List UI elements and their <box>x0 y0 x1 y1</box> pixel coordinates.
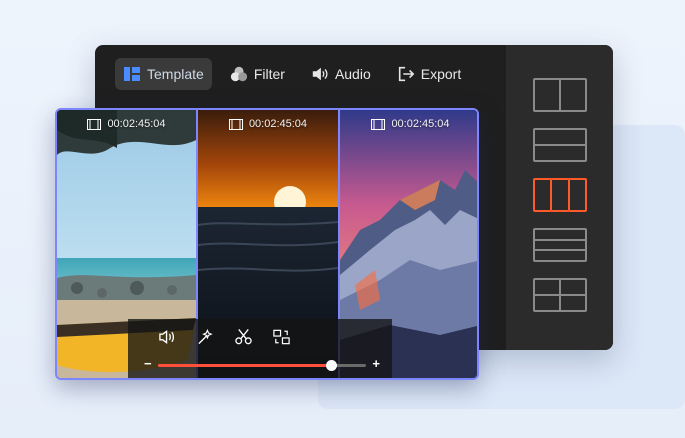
zoom-out-button[interactable]: − <box>144 356 152 371</box>
template-icon <box>124 67 140 81</box>
timecode-text: 00:02:45:04 <box>391 118 450 130</box>
slider-track[interactable] <box>158 360 366 371</box>
export-label: Export <box>420 66 462 82</box>
slider-fill <box>158 364 331 367</box>
timecode-3: 00:02:45:04 <box>340 118 477 130</box>
playback-controls: − + <box>128 319 392 378</box>
control-icons <box>158 328 291 346</box>
audio-button[interactable]: Audio <box>303 58 379 90</box>
volume-icon[interactable] <box>158 328 177 346</box>
film-icon <box>371 118 386 130</box>
timecode-2: 00:02:45:04 <box>198 118 338 130</box>
split-screen-preview[interactable]: 00:02:45:04 00:02:45:04 00:02:45:04 − + <box>55 108 479 380</box>
film-icon <box>228 118 243 130</box>
filter-label: Filter <box>253 66 285 82</box>
layout-options <box>533 78 587 312</box>
toolbar: Template Filter Audio Export <box>115 58 469 90</box>
timecode-1: 00:02:45:04 <box>57 118 196 130</box>
progress-slider[interactable]: − + <box>144 356 380 371</box>
audio-icon <box>312 67 328 81</box>
zoom-in-button[interactable]: + <box>372 356 380 371</box>
scissors-icon[interactable] <box>234 328 253 346</box>
timecode-text: 00:02:45:04 <box>107 118 166 130</box>
film-icon <box>87 118 102 130</box>
layout-split-4-grid[interactable] <box>533 278 587 312</box>
layout-split-3-vertical[interactable] <box>533 178 587 212</box>
layout-split-2-horizontal[interactable] <box>533 128 587 162</box>
filter-icon <box>230 66 247 82</box>
layout-split-2-vertical[interactable] <box>533 78 587 112</box>
export-icon <box>398 66 415 82</box>
slider-thumb[interactable] <box>325 360 337 371</box>
export-button[interactable]: Export <box>389 58 469 90</box>
timecode-text: 00:02:45:04 <box>248 118 308 130</box>
replace-icon[interactable] <box>272 328 291 346</box>
layout-split-3-horizontal[interactable] <box>533 228 587 262</box>
magic-icon[interactable] <box>196 328 215 346</box>
filter-button[interactable]: Filter <box>222 58 293 90</box>
template-button[interactable]: Template <box>115 58 212 90</box>
layout-sidebar <box>506 45 613 350</box>
template-label: Template <box>147 66 204 82</box>
audio-label: Audio <box>334 66 371 82</box>
